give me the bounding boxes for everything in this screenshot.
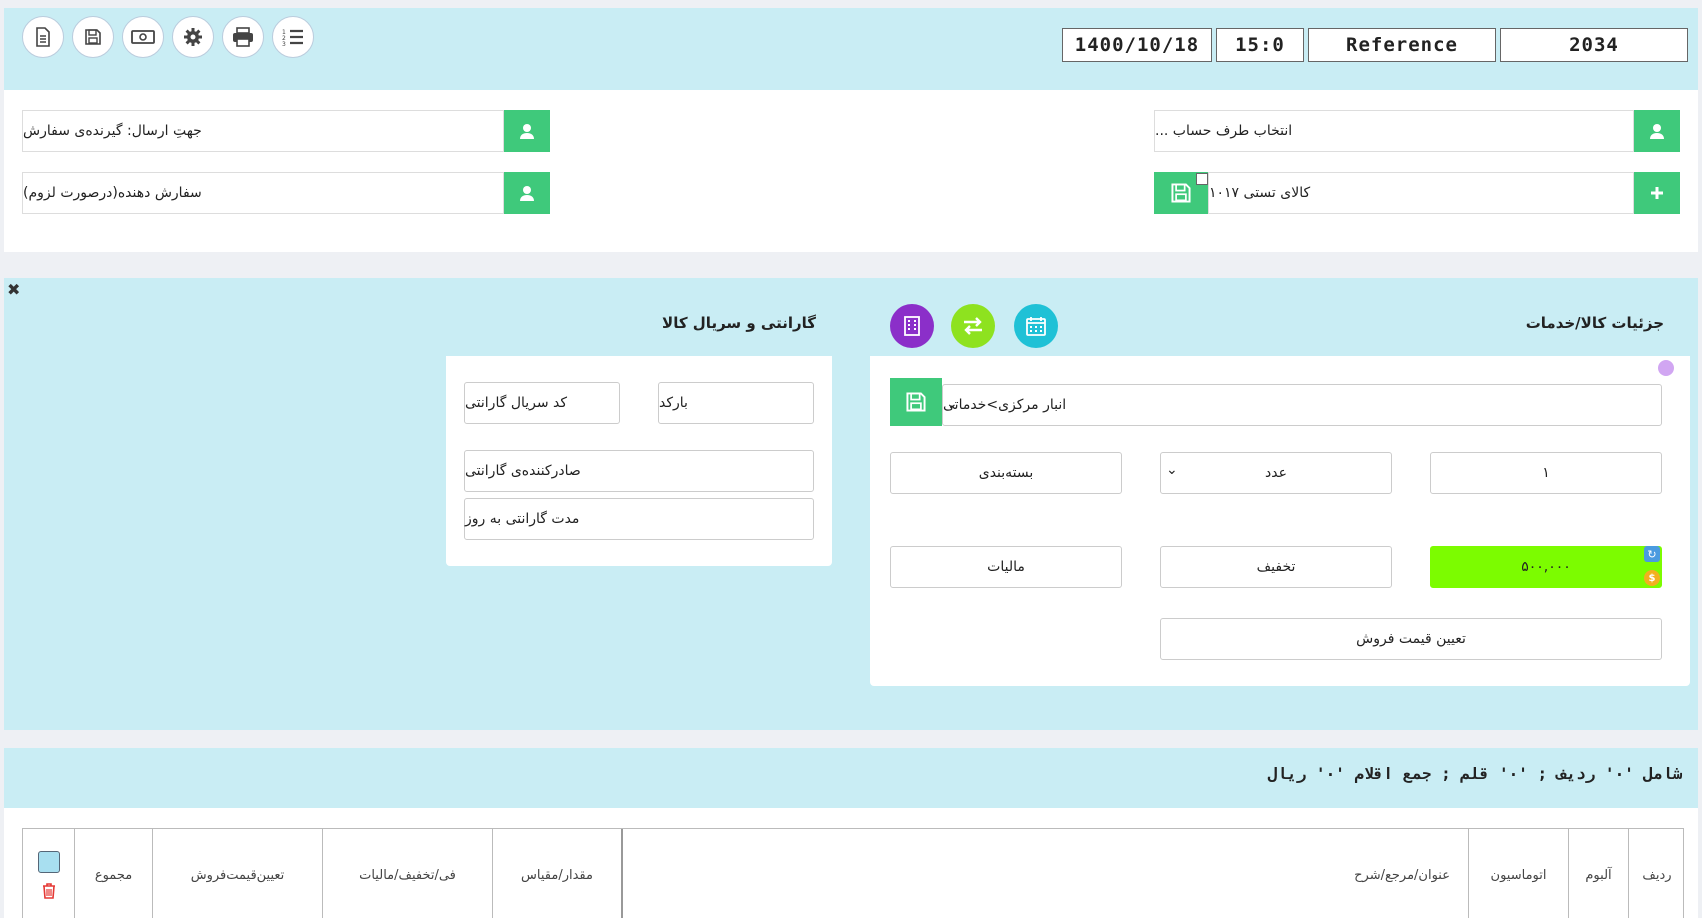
document-icon (36, 27, 50, 47)
print-button[interactable] (222, 16, 264, 58)
time-field[interactable]: 15:0 (1216, 28, 1304, 62)
quantity-field[interactable]: ۱ (1430, 452, 1662, 494)
date-field[interactable]: 1400/10/18 (1062, 28, 1212, 62)
plus-icon (1651, 187, 1663, 199)
close-icon[interactable]: ✖ (7, 280, 20, 299)
exchange-button[interactable] (951, 304, 995, 348)
product-details-title: جزئیات کالا/خدمات (1525, 314, 1664, 332)
select-all-checkbox[interactable] (37, 851, 60, 873)
warehouse-select[interactable]: انبار مرکزی>خدماتی (942, 384, 1662, 426)
ship-to-user-button[interactable] (504, 110, 550, 152)
add-product-button[interactable] (1634, 172, 1680, 214)
warehouse-save-button[interactable] (890, 378, 942, 426)
product-checkbox[interactable] (1196, 173, 1208, 185)
col-album[interactable]: آلبوم (1569, 829, 1629, 918)
ship-to-field[interactable]: جهتِ ارسال: گیرنده‌ی سفارش (22, 110, 504, 152)
col-fee[interactable]: فی/تخفیف/مالیات (323, 829, 493, 918)
table-actions-cell (23, 829, 75, 918)
chevron-down-icon: ⌄ (946, 396, 958, 412)
col-automation[interactable]: اتوماسیون (1469, 829, 1569, 918)
warranty-issuer-field[interactable]: صادرکننده‌ی گارانتی (464, 450, 814, 492)
list-button[interactable]: 123 (272, 16, 314, 58)
barcode-field[interactable]: بارکد (658, 382, 814, 424)
status-dot (1658, 360, 1674, 376)
floppy-icon (85, 29, 101, 45)
unit-select[interactable]: عدد (1160, 452, 1392, 494)
col-title-label: عنوان/مرجع/شرح (1354, 867, 1450, 883)
calendar-button[interactable] (1014, 304, 1058, 348)
account-select-field[interactable]: انتخاب طرف حساب ... (1154, 110, 1634, 152)
user-icon (520, 124, 534, 139)
building-button[interactable] (890, 304, 934, 348)
set-price-field[interactable]: تعیین قیمت فروش (1160, 618, 1662, 660)
new-document-button[interactable] (22, 16, 64, 58)
tax-field[interactable]: مالیات (890, 546, 1122, 588)
trash-icon[interactable] (42, 883, 56, 899)
numbered-list-icon: 123 (282, 29, 303, 46)
warranty-duration-field[interactable]: مدت گارانتی به روز (464, 498, 814, 540)
col-quantity[interactable]: مقدار/مقیاس (493, 829, 623, 918)
warranty-title: گارانتی و سریال کالا (662, 314, 816, 332)
exchange-icon (964, 317, 982, 335)
orderer-user-button[interactable] (504, 172, 550, 214)
calendar-icon (1026, 317, 1046, 336)
col-title[interactable]: عنوان/مرجع/شرح (623, 829, 1469, 918)
price-field[interactable]: ۵۰۰,۰۰۰ (1430, 546, 1662, 588)
chevron-down-icon: ⌄ (1166, 462, 1178, 478)
gear-icon (184, 28, 202, 46)
summary-text: شامل '۰' ردیف ; '۰' قلم ; جمع اقلام '۰' … (1267, 764, 1682, 783)
floppy-icon (906, 392, 926, 412)
user-icon (520, 186, 534, 201)
cash-button[interactable] (122, 16, 164, 58)
svg-text:3: 3 (282, 41, 286, 46)
save-button[interactable] (72, 16, 114, 58)
col-row[interactable]: ردیف (1629, 829, 1685, 918)
floppy-icon (1171, 183, 1191, 203)
packaging-field[interactable]: بسته‌بندی (890, 452, 1122, 494)
refresh-icon[interactable]: ↻ (1644, 546, 1660, 562)
col-set-price[interactable]: تعیین‌قیمت‌فروش (153, 829, 323, 918)
invoice-number-field[interactable]: 2034 (1500, 28, 1688, 62)
warranty-serial-field[interactable]: کد سریال گارانتی (464, 382, 620, 424)
coin-icon[interactable]: $ (1644, 570, 1660, 586)
reference-field[interactable]: Reference (1308, 28, 1496, 62)
user-icon (1650, 124, 1664, 139)
printer-icon (233, 27, 253, 47)
discount-field[interactable]: تخفیف (1160, 546, 1392, 588)
account-user-button[interactable] (1634, 110, 1680, 152)
product-field[interactable]: کالای تستی ۱۰۱۷ (1208, 172, 1634, 214)
orderer-field[interactable]: سفارش دهنده(درصورت لزوم) (22, 172, 504, 214)
col-total[interactable]: مجموع (75, 829, 153, 918)
items-table: مجموع تعیین‌قیمت‌فروش فی/تخفیف/مالیات مق… (22, 828, 1684, 918)
settings-button[interactable] (172, 16, 214, 58)
building-icon (904, 316, 920, 336)
money-icon (131, 30, 155, 44)
